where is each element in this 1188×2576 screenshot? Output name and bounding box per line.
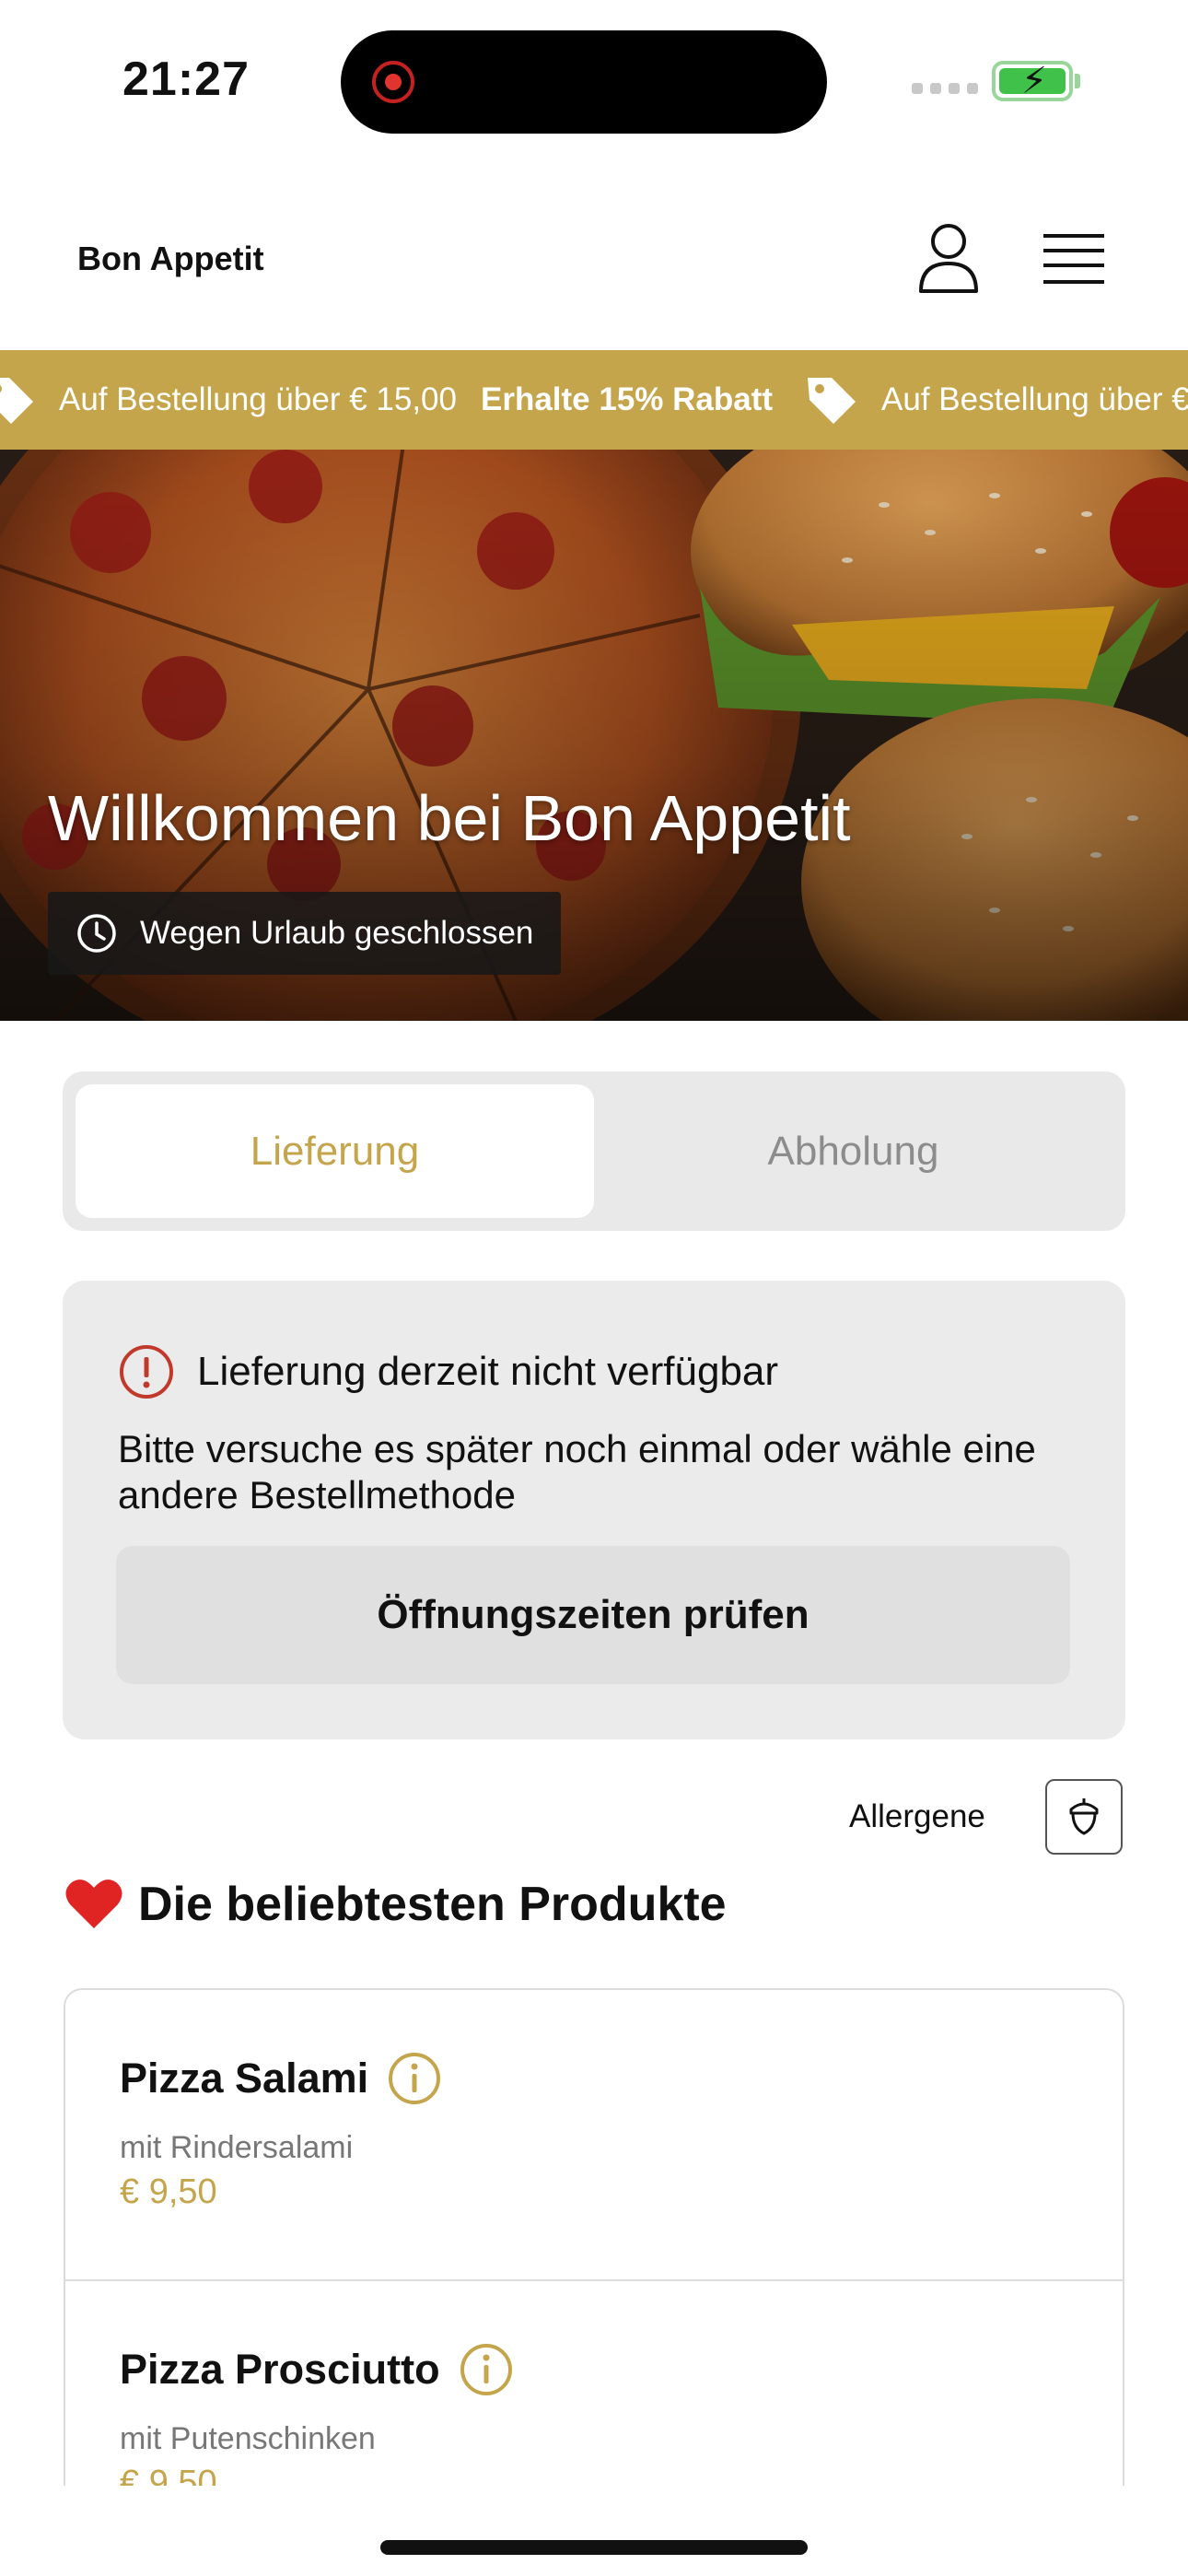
info-icon[interactable] — [459, 2342, 514, 2397]
user-icon[interactable] — [916, 221, 981, 295]
promo-item: Auf Bestellung über € 15,00 — [804, 372, 1188, 427]
product-price: € 9,50 — [120, 2172, 217, 2211]
product-description: mit Putenschinken — [120, 2421, 376, 2456]
app-header: Bon Appetit — [0, 184, 1188, 350]
info-icon[interactable] — [387, 2051, 442, 2106]
alert-icon — [120, 1345, 173, 1399]
battery-icon: ⚡ — [992, 61, 1073, 101]
menu-icon[interactable] — [1043, 232, 1104, 286]
product-description: mit Rindersalami — [120, 2130, 354, 2165]
acorn-icon — [1069, 1798, 1099, 1835]
clock-icon — [77, 914, 116, 953]
notice-body: Bitte versuche es später noch einmal ode… — [118, 1427, 1036, 1516]
hero-banner: Willkommen bei Bon Appetit Wegen Urlaub … — [0, 450, 1188, 1021]
product-price: € 9,50 — [120, 2464, 217, 2486]
store-status-text: Wegen Urlaub geschlossen — [140, 915, 534, 951]
tag-icon — [0, 378, 33, 424]
product-card[interactable]: Pizza Prosciutto mit Putenschinken € 9,5… — [65, 2281, 1123, 2486]
promo-item: Auf Bestellung über € 15,00 Erhalte 15% … — [0, 372, 804, 427]
product-name-row: Pizza Prosciutto — [120, 2342, 514, 2397]
popular-title-text: Die beliebtesten Produkte — [138, 1878, 727, 1931]
brand-name[interactable]: Bon Appetit — [77, 240, 264, 278]
product-list: Pizza Salami mit Rindersalami € 9,50 Piz… — [64, 1988, 1124, 2486]
tab-pickup[interactable]: Abholung — [594, 1084, 1112, 1218]
hero-title: Willkommen bei Bon Appetit — [48, 782, 851, 854]
battery-cap — [1075, 74, 1080, 88]
status-time: 21:27 — [122, 53, 250, 106]
store-status-badge: Wegen Urlaub geschlossen — [48, 892, 562, 975]
popular-section-title: Die beliebtesten Produkte — [64, 1877, 727, 1932]
product-name-row: Pizza Salami — [120, 2051, 442, 2106]
status-bar: 21:27 ⚡ — [0, 0, 1188, 157]
delivery-unavailable-card: Lieferung derzeit nicht verfügbar Bitte … — [63, 1281, 1125, 1739]
tag-icon — [808, 378, 856, 424]
notice-title: Lieferung derzeit nicht verfügbar — [197, 1349, 779, 1394]
promo-text: Auf Bestellung über € 15,00 — [59, 381, 457, 417]
promo-ticker: Auf Bestellung über € 15,00 Erhalte 15% … — [0, 350, 1188, 450]
record-icon — [372, 61, 414, 103]
home-indicator[interactable] — [380, 2540, 808, 2555]
promo-text-repeat: Auf Bestellung über € 15,00 — [881, 381, 1188, 417]
product-name: Pizza Salami — [120, 2055, 369, 2102]
signal-icon — [912, 83, 978, 94]
notice-header: Lieferung derzeit nicht verfügbar — [118, 1343, 778, 1400]
product-card[interactable]: Pizza Salami mit Rindersalami € 9,50 — [65, 1990, 1123, 2281]
check-opening-hours-button[interactable]: Öffnungszeiten prüfen — [116, 1546, 1070, 1684]
allergens-button[interactable] — [1045, 1779, 1123, 1855]
heart-icon — [65, 1879, 122, 1928]
promo-highlight: Erhalte 15% Rabatt — [480, 381, 774, 417]
product-name: Pizza Prosciutto — [120, 2346, 440, 2393]
tab-delivery[interactable]: Lieferung — [76, 1084, 594, 1218]
allergens-label: Allergene — [849, 1798, 985, 1834]
order-mode-toggle: Lieferung Abholung — [63, 1071, 1125, 1231]
